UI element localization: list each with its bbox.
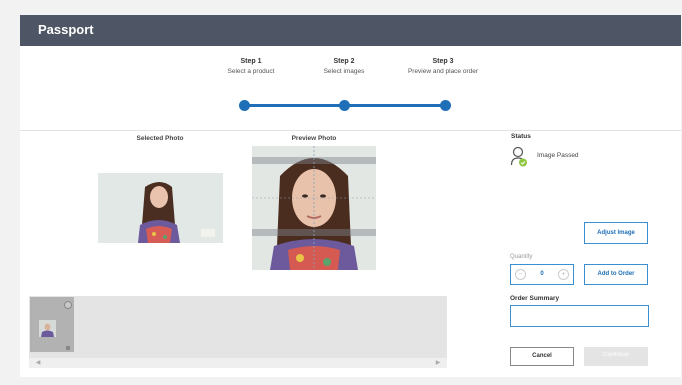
app-title: Passport (38, 22, 94, 37)
app-header: Passport (20, 15, 681, 46)
status-text: Image Passed (537, 152, 579, 159)
step-3-number: Step 3 (432, 58, 454, 65)
decrement-icon[interactable]: − (515, 269, 526, 280)
scroll-right-icon[interactable]: ▶ (433, 358, 443, 368)
order-summary-label: Order Summary (510, 295, 560, 302)
select-circle-icon[interactable] (64, 301, 72, 309)
thumbnail-scrollbar[interactable]: ◀ ▶ (29, 358, 447, 368)
main-card: Passport Step 1 Select a product Step 2 … (20, 15, 681, 377)
increment-icon[interactable]: + (558, 269, 569, 280)
photo-thumbnail-strip: ◀ ▶ (29, 296, 447, 368)
scroll-left-icon[interactable]: ◀ (33, 358, 43, 368)
adjust-image-button[interactable]: Adjust Image (584, 222, 648, 244)
step-3-description: Preview and place order (407, 68, 479, 75)
photo-thumbnail[interactable] (30, 297, 74, 352)
preview-photo-label: Preview Photo (291, 135, 337, 142)
user-check-icon (510, 146, 528, 168)
step-2-dot[interactable] (339, 100, 350, 111)
selected-photo[interactable] (98, 173, 223, 243)
step-progress: Step 1 Select a product Step 2 Select im… (20, 46, 681, 131)
preview-photo (252, 146, 376, 270)
selected-photo-label: Selected Photo (136, 135, 184, 142)
cancel-button[interactable]: Cancel (510, 347, 574, 366)
quantity-label: Quantity (510, 254, 533, 260)
quantity-stepper[interactable]: 0 − + (510, 264, 574, 285)
step-3: Step 3 Preview and place order (383, 58, 503, 75)
order-summary-box (510, 305, 649, 327)
step-1-dot[interactable] (239, 100, 250, 111)
continue-button[interactable]: Continue (584, 347, 648, 366)
add-to-order-button[interactable]: Add to Order (584, 264, 648, 285)
step-3-dot[interactable] (440, 100, 451, 111)
status-label: Status (511, 133, 531, 140)
